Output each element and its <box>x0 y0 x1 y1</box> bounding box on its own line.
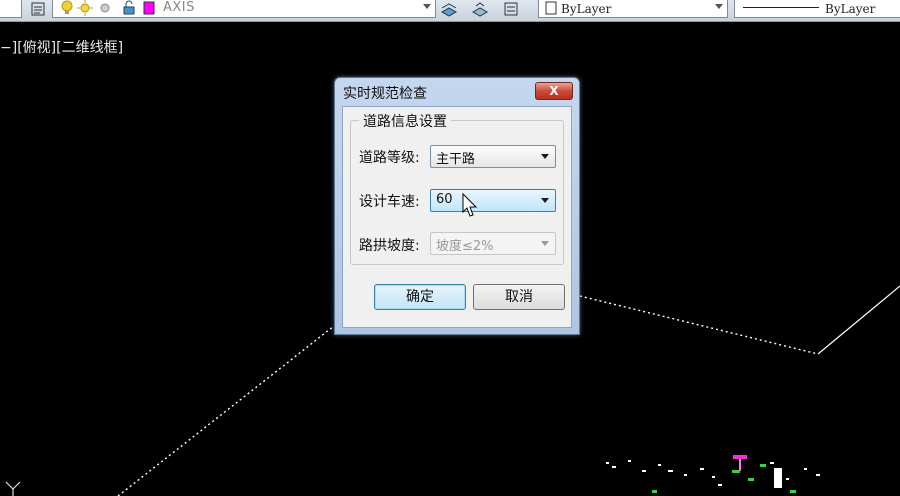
dialog-body: 道路信息设置 道路等级: 主干路 设计车速: 60 路拱坡度: 坡度≤2% 确定… <box>342 106 572 328</box>
magenta-marker <box>733 455 747 471</box>
road-grade-label: 道路等级: <box>359 150 420 166</box>
autocad-window: AXIS ByLayer ByLayer −][俯视][二维线框] 实时规范检查… <box>0 0 900 496</box>
close-button[interactable]: X <box>535 82 573 100</box>
group-title: 道路信息设置 <box>359 111 451 131</box>
chevron-down-icon <box>541 241 549 246</box>
mouse-cursor-icon <box>462 193 478 217</box>
road-alignment-line <box>117 325 335 496</box>
real-time-check-dialog: 实时规范检查 X 道路信息设置 道路等级: 主干路 设计车速: 60 路拱坡度:… <box>334 77 580 335</box>
chevron-down-icon <box>541 154 549 159</box>
dialog-title: 实时规范检查 <box>343 86 427 102</box>
road-edge-line <box>817 285 900 355</box>
design-speed-value: 60 <box>436 192 453 207</box>
design-speed-label: 设计车速: <box>359 194 420 210</box>
road-grade-value: 主干路 <box>436 152 476 167</box>
drawing-entities <box>606 460 820 488</box>
chevron-down-icon <box>541 198 549 203</box>
crown-slope-select: 坡度≤2% <box>430 232 556 255</box>
cancel-button[interactable]: 取消 <box>473 284 565 310</box>
design-speed-select[interactable]: 60 <box>430 189 556 212</box>
road-grade-select[interactable]: 主干路 <box>430 145 556 168</box>
crown-slope-label: 路拱坡度: <box>359 238 420 254</box>
ok-button[interactable]: 确定 <box>374 284 466 310</box>
close-icon: X <box>549 84 559 98</box>
ucs-icon <box>5 481 21 496</box>
crown-slope-value: 坡度≤2% <box>436 239 494 254</box>
road-alignment-line <box>579 295 819 355</box>
